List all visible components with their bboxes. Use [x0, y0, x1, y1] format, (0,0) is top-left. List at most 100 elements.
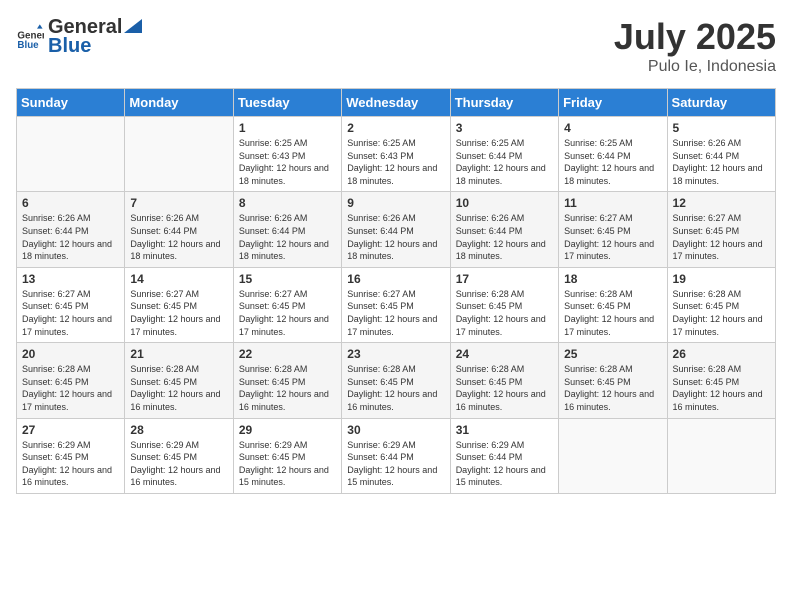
calendar-week-row: 20 Sunrise: 6:28 AM Sunset: 6:45 PM Dayli… [17, 343, 776, 418]
day-number: 20 [22, 347, 119, 361]
day-info: Sunrise: 6:27 AM Sunset: 6:45 PM Dayligh… [239, 288, 336, 338]
calendar-cell: 23 Sunrise: 6:28 AM Sunset: 6:45 PM Dayli… [342, 343, 450, 418]
day-info: Sunrise: 6:28 AM Sunset: 6:45 PM Dayligh… [347, 363, 444, 413]
day-number: 17 [456, 272, 553, 286]
calendar-cell [559, 418, 667, 493]
day-info: Sunrise: 6:29 AM Sunset: 6:45 PM Dayligh… [22, 439, 119, 489]
svg-text:Blue: Blue [17, 40, 39, 51]
weekday-header-tuesday: Tuesday [233, 89, 341, 117]
day-info: Sunrise: 6:28 AM Sunset: 6:45 PM Dayligh… [456, 363, 553, 413]
day-number: 19 [673, 272, 770, 286]
day-number: 9 [347, 196, 444, 210]
page-header: General Blue General Blue July 2025 Pulo… [16, 16, 776, 76]
day-info: Sunrise: 6:28 AM Sunset: 6:45 PM Dayligh… [564, 363, 661, 413]
calendar-cell [17, 117, 125, 192]
day-number: 23 [347, 347, 444, 361]
weekday-header-monday: Monday [125, 89, 233, 117]
calendar-week-row: 1 Sunrise: 6:25 AM Sunset: 6:43 PM Daylig… [17, 117, 776, 192]
day-info: Sunrise: 6:26 AM Sunset: 6:44 PM Dayligh… [347, 212, 444, 262]
day-number: 7 [130, 196, 227, 210]
calendar-cell: 27 Sunrise: 6:29 AM Sunset: 6:45 PM Dayli… [17, 418, 125, 493]
day-number: 16 [347, 272, 444, 286]
day-info: Sunrise: 6:27 AM Sunset: 6:45 PM Dayligh… [22, 288, 119, 338]
calendar-cell: 24Sunrise: 6:28 AM Sunset: 6:45 PM Dayli… [450, 343, 558, 418]
day-number: 31 [456, 423, 553, 437]
calendar-week-row: 6Sunrise: 6:26 AM Sunset: 6:44 PM Daylig… [17, 192, 776, 267]
weekday-header-wednesday: Wednesday [342, 89, 450, 117]
day-number: 13 [22, 272, 119, 286]
calendar-cell: 26 Sunrise: 6:28 AM Sunset: 6:45 PM Dayli… [667, 343, 775, 418]
calendar-cell: 6Sunrise: 6:26 AM Sunset: 6:44 PM Daylig… [17, 192, 125, 267]
day-number: 2 [347, 121, 444, 135]
calendar-cell [667, 418, 775, 493]
day-info: Sunrise: 6:28 AM Sunset: 6:45 PM Dayligh… [456, 288, 553, 338]
day-number: 11 [564, 196, 661, 210]
calendar-cell: 14 Sunrise: 6:27 AM Sunset: 6:45 PM Dayli… [125, 267, 233, 342]
day-number: 29 [239, 423, 336, 437]
calendar-cell: 25 Sunrise: 6:28 AM Sunset: 6:45 PM Dayli… [559, 343, 667, 418]
calendar-title: July 2025 [614, 16, 776, 58]
calendar-cell [125, 117, 233, 192]
day-info: Sunrise: 6:25 AM Sunset: 6:44 PM Dayligh… [456, 137, 553, 187]
calendar-week-row: 27 Sunrise: 6:29 AM Sunset: 6:45 PM Dayli… [17, 418, 776, 493]
calendar-cell: 16 Sunrise: 6:27 AM Sunset: 6:45 PM Dayli… [342, 267, 450, 342]
logo: General Blue General Blue [16, 16, 142, 58]
day-number: 5 [673, 121, 770, 135]
calendar-week-row: 13 Sunrise: 6:27 AM Sunset: 6:45 PM Dayli… [17, 267, 776, 342]
calendar-cell: 19 Sunrise: 6:28 AM Sunset: 6:45 PM Dayli… [667, 267, 775, 342]
day-number: 10 [456, 196, 553, 210]
day-info: Sunrise: 6:27 AM Sunset: 6:45 PM Dayligh… [673, 212, 770, 262]
calendar-subtitle: Pulo Ie, Indonesia [614, 58, 776, 76]
calendar-cell: 22Sunrise: 6:28 AM Sunset: 6:45 PM Dayli… [233, 343, 341, 418]
day-info: Sunrise: 6:26 AM Sunset: 6:44 PM Dayligh… [130, 212, 227, 262]
day-info: Sunrise: 6:27 AM Sunset: 6:45 PM Dayligh… [564, 212, 661, 262]
calendar-cell: 18 Sunrise: 6:28 AM Sunset: 6:45 PM Dayli… [559, 267, 667, 342]
day-info: Sunrise: 6:28 AM Sunset: 6:45 PM Dayligh… [673, 363, 770, 413]
day-info: Sunrise: 6:26 AM Sunset: 6:44 PM Dayligh… [673, 137, 770, 187]
day-number: 26 [673, 347, 770, 361]
day-info: Sunrise: 6:25 AM Sunset: 6:43 PM Dayligh… [347, 137, 444, 187]
day-number: 1 [239, 121, 336, 135]
day-number: 15 [239, 272, 336, 286]
calendar-cell: 21 Sunrise: 6:28 AM Sunset: 6:45 PM Dayli… [125, 343, 233, 418]
day-info: Sunrise: 6:26 AM Sunset: 6:44 PM Dayligh… [22, 212, 119, 262]
day-info: Sunrise: 6:28 AM Sunset: 6:45 PM Dayligh… [564, 288, 661, 338]
day-info: Sunrise: 6:28 AM Sunset: 6:45 PM Dayligh… [130, 363, 227, 413]
day-info: Sunrise: 6:29 AM Sunset: 6:45 PM Dayligh… [239, 439, 336, 489]
day-number: 28 [130, 423, 227, 437]
day-number: 22 [239, 347, 336, 361]
day-number: 30 [347, 423, 444, 437]
day-info: Sunrise: 6:26 AM Sunset: 6:44 PM Dayligh… [239, 212, 336, 262]
day-number: 21 [130, 347, 227, 361]
day-info: Sunrise: 6:28 AM Sunset: 6:45 PM Dayligh… [673, 288, 770, 338]
calendar-cell: 12Sunrise: 6:27 AM Sunset: 6:45 PM Dayli… [667, 192, 775, 267]
calendar-cell: 13 Sunrise: 6:27 AM Sunset: 6:45 PM Dayli… [17, 267, 125, 342]
calendar-cell: 1 Sunrise: 6:25 AM Sunset: 6:43 PM Daylig… [233, 117, 341, 192]
day-info: Sunrise: 6:27 AM Sunset: 6:45 PM Dayligh… [347, 288, 444, 338]
calendar-cell: 28Sunrise: 6:29 AM Sunset: 6:45 PM Dayli… [125, 418, 233, 493]
calendar-cell: 3Sunrise: 6:25 AM Sunset: 6:44 PM Daylig… [450, 117, 558, 192]
day-info: Sunrise: 6:26 AM Sunset: 6:44 PM Dayligh… [456, 212, 553, 262]
calendar-cell: 20Sunrise: 6:28 AM Sunset: 6:45 PM Dayli… [17, 343, 125, 418]
calendar-cell: 31 Sunrise: 6:29 AM Sunset: 6:44 PM Dayli… [450, 418, 558, 493]
calendar-cell: 11 Sunrise: 6:27 AM Sunset: 6:45 PM Dayli… [559, 192, 667, 267]
calendar-cell: 8Sunrise: 6:26 AM Sunset: 6:44 PM Daylig… [233, 192, 341, 267]
calendar-cell: 5 Sunrise: 6:26 AM Sunset: 6:44 PM Daylig… [667, 117, 775, 192]
day-number: 18 [564, 272, 661, 286]
day-number: 14 [130, 272, 227, 286]
day-number: 27 [22, 423, 119, 437]
title-area: July 2025 Pulo Ie, Indonesia [614, 16, 776, 76]
day-info: Sunrise: 6:27 AM Sunset: 6:45 PM Dayligh… [130, 288, 227, 338]
calendar-cell: 10 Sunrise: 6:26 AM Sunset: 6:44 PM Dayli… [450, 192, 558, 267]
calendar-cell: 17 Sunrise: 6:28 AM Sunset: 6:45 PM Dayli… [450, 267, 558, 342]
calendar-cell: 4Sunrise: 6:25 AM Sunset: 6:44 PM Daylig… [559, 117, 667, 192]
day-number: 25 [564, 347, 661, 361]
calendar-cell: 15 Sunrise: 6:27 AM Sunset: 6:45 PM Dayli… [233, 267, 341, 342]
day-info: Sunrise: 6:29 AM Sunset: 6:44 PM Dayligh… [456, 439, 553, 489]
day-info: Sunrise: 6:29 AM Sunset: 6:44 PM Dayligh… [347, 439, 444, 489]
day-info: Sunrise: 6:25 AM Sunset: 6:43 PM Dayligh… [239, 137, 336, 187]
calendar-cell: 30 Sunrise: 6:29 AM Sunset: 6:44 PM Dayli… [342, 418, 450, 493]
weekday-header-sunday: Sunday [17, 89, 125, 117]
weekday-header-row: SundayMondayTuesdayWednesdayThursdayFrid… [17, 89, 776, 117]
weekday-header-thursday: Thursday [450, 89, 558, 117]
